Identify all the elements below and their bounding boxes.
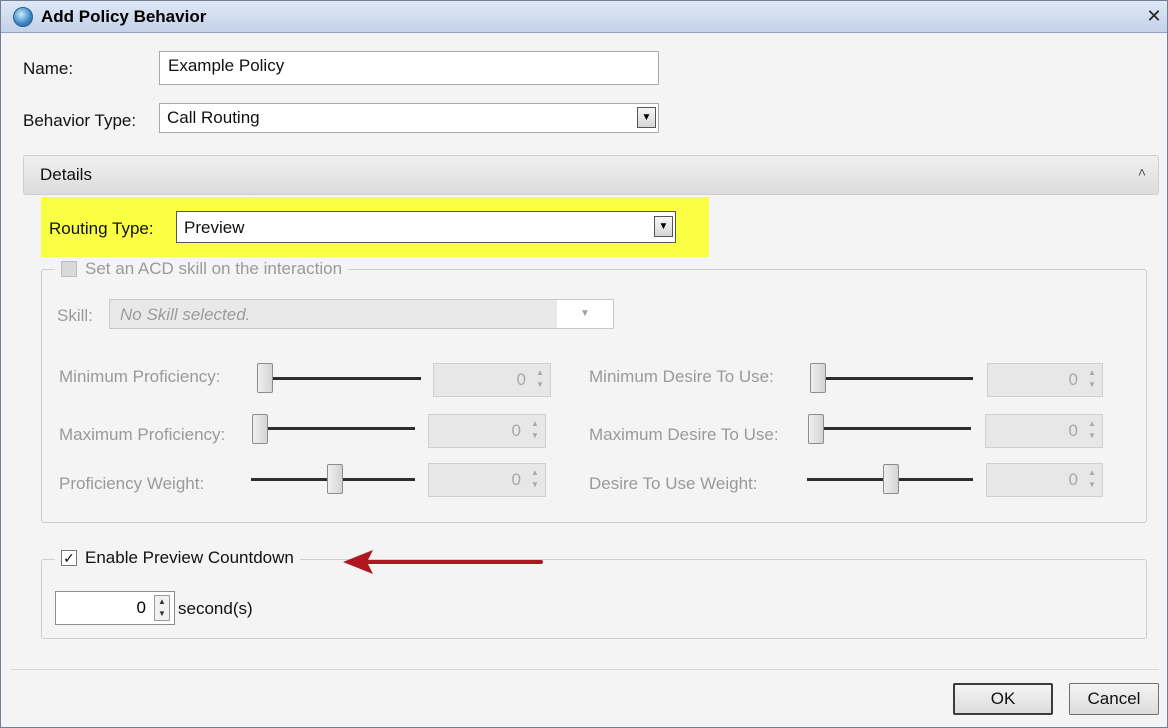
routing-type-label: Routing Type: [49,219,154,238]
desire-weight-slider-thumb[interactable] [883,464,899,494]
chevron-down-icon[interactable]: ▼ [557,300,613,328]
spinner-arrows-icon[interactable]: ▲ ▼ [533,367,547,393]
footer-divider [11,669,1159,670]
spinner-arrows-icon[interactable]: ▲ ▼ [1085,367,1099,393]
proficiency-weight-label: Proficiency Weight: [59,474,205,493]
min-desire-slider-thumb[interactable] [810,363,826,393]
window-title: Add Policy Behavior [41,7,207,26]
name-input[interactable]: Example Policy [159,51,659,85]
chevron-down-icon[interactable]: ▼ [654,216,673,237]
desire-weight-value: 0 [1068,470,1078,489]
add-policy-behavior-dialog: Add Policy Behavior ✕ Name: Example Poli… [0,0,1168,728]
countdown-seconds-value: 0 [136,598,146,617]
chevron-down-icon[interactable]: ▼ [637,107,656,128]
acd-skill-legend: ✓ Set an ACD skill on the interaction [55,257,349,281]
min-proficiency-spinner[interactable]: 0 ▲ ▼ [433,363,551,397]
ok-button[interactable]: OK [953,683,1053,715]
proficiency-weight-slider-thumb[interactable] [327,464,343,494]
close-button[interactable]: ✕ [1143,7,1165,27]
min-proficiency-slider-track [259,377,421,380]
max-proficiency-label: Maximum Proficiency: [59,425,226,444]
max-desire-label: Maximum Desire To Use: [589,425,779,444]
min-proficiency-label: Minimum Proficiency: [59,367,221,386]
spinner-arrows-icon[interactable]: ▲ ▼ [154,595,170,621]
behavior-type-select[interactable]: Call Routing ▼ [159,103,659,133]
name-label: Name: [23,59,74,78]
details-header: Details [40,165,92,184]
spinner-arrows-icon[interactable]: ▲ ▼ [528,467,542,493]
seconds-unit-label: second(s) [178,599,253,618]
behavior-type-label: Behavior Type: [23,111,137,130]
min-desire-spinner[interactable]: 0 ▲ ▼ [987,363,1103,397]
min-desire-slider-track [811,377,973,380]
max-proficiency-spinner[interactable]: 0 ▲ ▼ [428,414,546,448]
cancel-button[interactable]: Cancel [1069,683,1159,715]
min-desire-value: 0 [1068,370,1078,389]
behavior-type-value: Call Routing [167,108,260,127]
globe-app-icon [13,7,33,27]
spinner-arrows-icon[interactable]: ▲ ▼ [1085,418,1099,444]
desire-weight-spinner[interactable]: 0 ▲ ▼ [986,463,1103,497]
skill-select-value: No Skill selected. [120,305,251,324]
max-desire-spinner[interactable]: 0 ▲ ▼ [985,414,1103,448]
min-proficiency-value: 0 [516,370,526,389]
spinner-arrows-icon[interactable]: ▲ ▼ [528,418,542,444]
max-desire-value: 0 [1068,421,1078,440]
details-expander[interactable]: Details ˄ [23,155,1159,195]
desire-weight-label: Desire To Use Weight: [589,474,758,493]
name-input-value: Example Policy [168,56,285,75]
acd-skill-checkbox[interactable]: ✓ [61,261,77,277]
skill-select[interactable]: No Skill selected. ▼ [109,299,614,329]
max-proficiency-slider-track [253,427,415,430]
skill-label: Skill: [57,306,93,325]
title-bar[interactable]: Add Policy Behavior ✕ [1,1,1167,33]
max-proficiency-value: 0 [511,421,521,440]
spinner-arrows-icon[interactable]: ▲ ▼ [1085,467,1099,493]
max-proficiency-slider-thumb[interactable] [252,414,268,444]
chevron-up-icon[interactable]: ˄ [1138,164,1146,180]
acd-skill-checkbox-label: Set an ACD skill on the interaction [85,259,343,278]
min-desire-label: Minimum Desire To Use: [589,367,774,386]
proficiency-weight-spinner[interactable]: 0 ▲ ▼ [428,463,546,497]
preview-countdown-checkbox[interactable]: ✓ [61,550,77,566]
routing-type-value: Preview [184,218,245,237]
annotation-arrow-icon [343,550,543,574]
preview-countdown-checkbox-label: Enable Preview Countdown [85,548,294,567]
countdown-seconds-spinner[interactable]: 0 ▲ ▼ [55,591,175,625]
preview-countdown-legend: ✓ Enable Preview Countdown [55,546,300,570]
proficiency-weight-value: 0 [511,470,521,489]
max-desire-slider-track [809,427,971,430]
routing-type-select[interactable]: Preview ▼ [176,211,676,243]
min-proficiency-slider-thumb[interactable] [257,363,273,393]
max-desire-slider-thumb[interactable] [808,414,824,444]
